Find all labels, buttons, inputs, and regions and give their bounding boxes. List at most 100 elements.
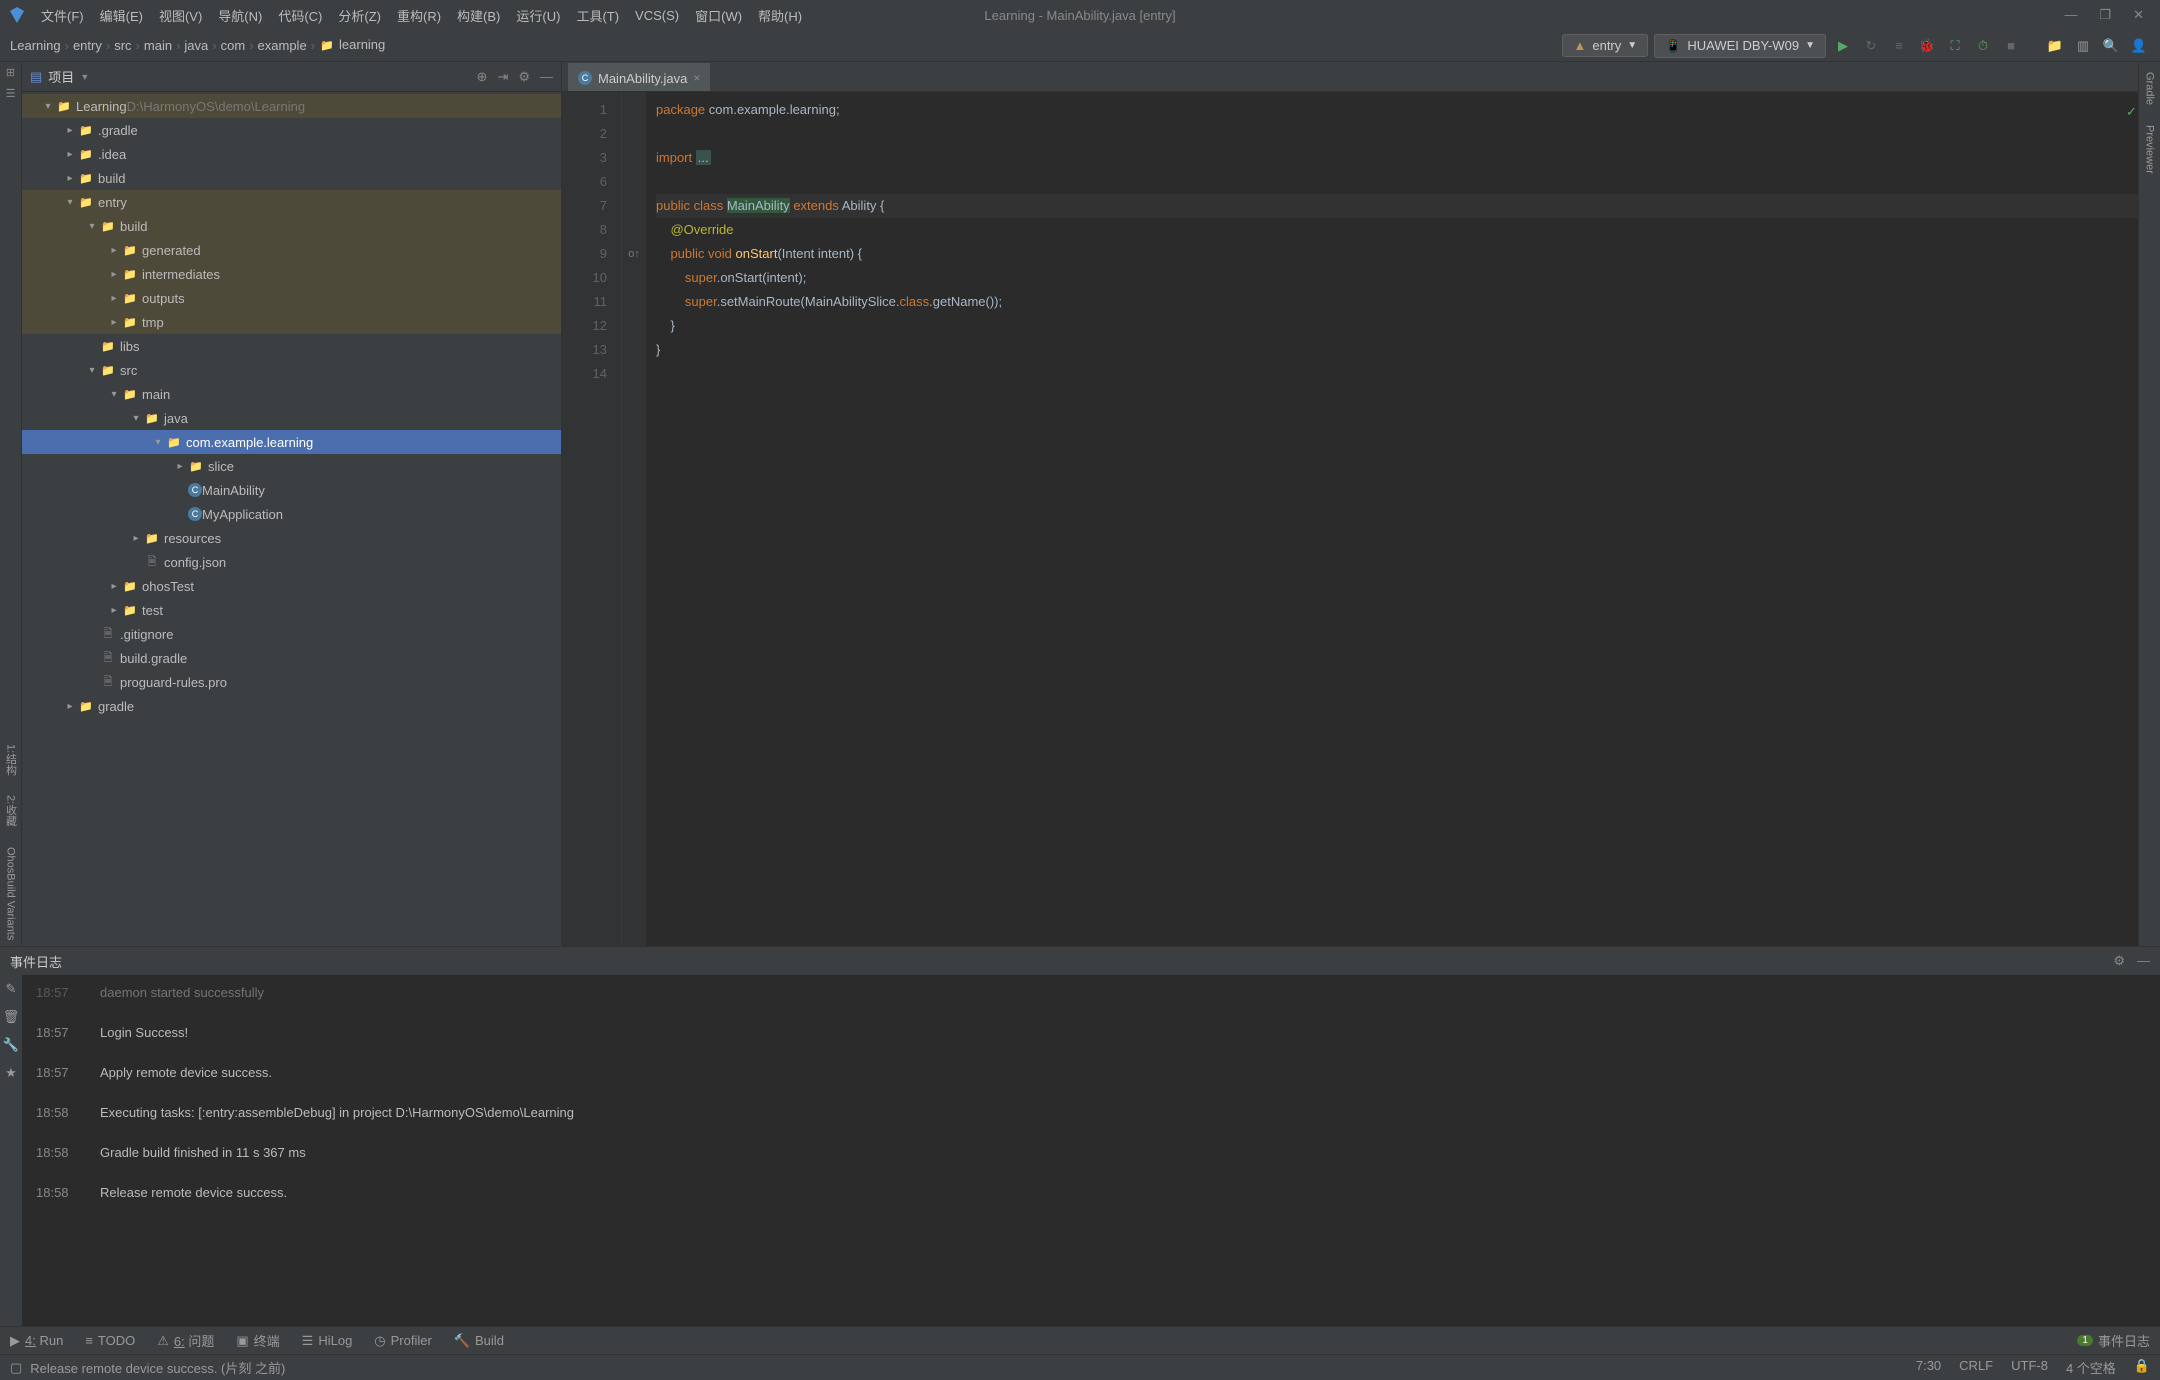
tree-node[interactable]: ▸📁slice bbox=[22, 454, 561, 478]
debug-icon[interactable]: 🐞 bbox=[1916, 35, 1938, 57]
tree-node[interactable]: 🗎.gitignore bbox=[22, 622, 561, 646]
tree-node[interactable]: ▸📁tmp bbox=[22, 310, 561, 334]
rerun-icon[interactable]: ↻ bbox=[1860, 35, 1882, 57]
hide-icon[interactable]: — bbox=[2137, 953, 2150, 969]
tree-node[interactable]: ▸📁build bbox=[22, 166, 561, 190]
chevron-right-icon[interactable]: ▸ bbox=[62, 701, 78, 712]
bottom-tool-hilog[interactable]: ☰HiLog bbox=[302, 1333, 353, 1349]
project-tool-icon[interactable]: ⊞ bbox=[6, 66, 15, 79]
breadcrumb-item[interactable]: java bbox=[184, 38, 208, 53]
collapse-icon[interactable]: ⇥ bbox=[497, 69, 508, 85]
menu-item[interactable]: 文件(F) bbox=[34, 4, 91, 27]
bottom-tool-[interactable]: ⚠6: 问题 bbox=[157, 1331, 214, 1350]
tree-node[interactable]: ▸📁resources bbox=[22, 526, 561, 550]
device-selector[interactable]: 📱 HUAWEI DBY-W09 ▼ bbox=[1654, 34, 1826, 58]
chevron-right-icon[interactable]: ▸ bbox=[106, 293, 122, 304]
chevron-down-icon[interactable]: ▾ bbox=[84, 365, 100, 376]
menu-item[interactable]: 重构(R) bbox=[390, 4, 448, 27]
breadcrumb[interactable]: Learning › entry › src › main › java › c… bbox=[10, 37, 385, 54]
chevron-right-icon[interactable]: ▸ bbox=[128, 533, 144, 544]
menu-item[interactable]: 代码(C) bbox=[271, 4, 329, 27]
minimize-icon[interactable]: — bbox=[2064, 7, 2077, 23]
tree-node[interactable]: ▾📁java bbox=[22, 406, 561, 430]
hide-icon[interactable]: — bbox=[540, 69, 553, 85]
tree-node[interactable]: ▸📁intermediates bbox=[22, 262, 561, 286]
code-editor[interactable]: 12367891011121314 o↑ package com.example… bbox=[562, 92, 2138, 946]
edit-icon[interactable]: ✎ bbox=[6, 981, 17, 997]
menu-item[interactable]: VCS(S) bbox=[628, 6, 686, 25]
tree-node[interactable]: ▾📁main bbox=[22, 382, 561, 406]
chevron-right-icon[interactable]: ▸ bbox=[172, 461, 188, 472]
menu-item[interactable]: 窗口(W) bbox=[688, 4, 749, 27]
event-log-tab[interactable]: 1 事件日志 bbox=[2077, 1331, 2150, 1350]
breadcrumb-item[interactable]: 📁learning bbox=[319, 37, 385, 54]
status-item[interactable]: 7:30 bbox=[1916, 1358, 1941, 1377]
left-tab-favorites[interactable]: 2:收藏 bbox=[1, 789, 21, 832]
editor-tab-mainability[interactable]: C MainAbility.java × bbox=[568, 63, 710, 91]
status-item[interactable]: 🔒 bbox=[2134, 1358, 2150, 1377]
chevron-down-icon[interactable]: ▾ bbox=[150, 437, 166, 448]
layout-tool-icon[interactable]: ☰ bbox=[6, 87, 16, 100]
tree-node[interactable]: 🗎proguard-rules.pro bbox=[22, 670, 561, 694]
breadcrumb-item[interactable]: entry bbox=[73, 38, 102, 53]
status-item[interactable]: UTF-8 bbox=[2011, 1358, 2048, 1377]
run-icon[interactable]: ▶ bbox=[1832, 35, 1854, 57]
code-content[interactable]: package com.example.learning;import ...p… bbox=[646, 92, 2138, 946]
breadcrumb-item[interactable]: com bbox=[221, 38, 246, 53]
chevron-right-icon[interactable]: ▸ bbox=[106, 605, 122, 616]
tree-node[interactable]: ▸📁gradle bbox=[22, 694, 561, 718]
wrench-icon[interactable]: 🔧 bbox=[3, 1037, 19, 1053]
bottom-tool-[interactable]: ▣终端 bbox=[236, 1331, 279, 1350]
tree-node[interactable]: ▾📁entry bbox=[22, 190, 561, 214]
maximize-icon[interactable]: ❐ bbox=[2099, 7, 2111, 23]
trash-icon[interactable]: 🗑 bbox=[3, 1009, 20, 1025]
chevron-right-icon[interactable]: ▸ bbox=[62, 149, 78, 160]
star-icon[interactable]: ★ bbox=[5, 1065, 17, 1081]
chevron-down-icon[interactable]: ▾ bbox=[128, 413, 144, 424]
run-list-icon[interactable]: ≡ bbox=[1888, 35, 1910, 57]
breadcrumb-item[interactable]: main bbox=[144, 38, 172, 53]
status-item[interactable]: 4 个空格 bbox=[2066, 1358, 2116, 1377]
tree-node[interactable]: ▾📁build bbox=[22, 214, 561, 238]
close-tab-icon[interactable]: × bbox=[693, 71, 700, 85]
tree-node[interactable]: ▾📁com.example.learning bbox=[22, 430, 561, 454]
breadcrumb-item[interactable]: src bbox=[114, 38, 131, 53]
chevron-right-icon[interactable]: ▸ bbox=[106, 269, 122, 280]
event-log-content[interactable]: 18:57daemon started successfully18:57Log… bbox=[22, 975, 2160, 1326]
tree-node[interactable]: ▾📁src bbox=[22, 358, 561, 382]
menu-item[interactable]: 导航(N) bbox=[211, 4, 269, 27]
menu-item[interactable]: 编辑(E) bbox=[93, 4, 150, 27]
tree-node[interactable]: ▸📁test bbox=[22, 598, 561, 622]
status-icon[interactable]: ▢ bbox=[10, 1360, 22, 1376]
bottom-tool-profiler[interactable]: ◷Profiler bbox=[374, 1333, 432, 1349]
left-tab-ohosbuild[interactable]: OhosBuild Variants bbox=[3, 841, 19, 946]
bottom-tool-todo[interactable]: ≡TODO bbox=[85, 1333, 135, 1348]
menu-item[interactable]: 帮助(H) bbox=[751, 4, 809, 27]
structure-icon[interactable]: ▥ bbox=[2072, 35, 2094, 57]
open-folder-icon[interactable]: 📁 bbox=[2044, 35, 2066, 57]
project-tree[interactable]: ▾📁Learning D:\HarmonyOS\demo\Learning▸📁.… bbox=[22, 92, 561, 946]
tree-node[interactable]: C MyApplication bbox=[22, 502, 561, 526]
tree-node[interactable]: C MainAbility bbox=[22, 478, 561, 502]
tree-node[interactable]: ▸📁ohosTest bbox=[22, 574, 561, 598]
tree-node[interactable]: ▸📁.idea bbox=[22, 142, 561, 166]
profile-icon[interactable]: ⏱ bbox=[1972, 35, 1994, 57]
right-tab-previewer[interactable]: Previewer bbox=[2142, 119, 2158, 180]
chevron-down-icon[interactable]: ▼ bbox=[80, 72, 89, 82]
gear-icon[interactable]: ⚙ bbox=[518, 69, 530, 85]
menu-item[interactable]: 构建(B) bbox=[450, 4, 507, 27]
chevron-down-icon[interactable]: ▾ bbox=[84, 221, 100, 232]
run-config-selector[interactable]: ▲ entry ▼ bbox=[1562, 34, 1648, 57]
tree-node[interactable]: 🗎config.json bbox=[22, 550, 561, 574]
menu-item[interactable]: 分析(Z) bbox=[331, 4, 388, 27]
close-icon[interactable]: ✕ bbox=[2133, 7, 2144, 23]
right-tab-gradle[interactable]: Gradle bbox=[2142, 66, 2158, 111]
breadcrumb-item[interactable]: example bbox=[258, 38, 307, 53]
bottom-tool-run[interactable]: ▶4: Run bbox=[10, 1333, 63, 1349]
menu-item[interactable]: 工具(T) bbox=[569, 4, 626, 27]
coverage-icon[interactable]: ⛶ bbox=[1944, 35, 1966, 57]
chevron-right-icon[interactable]: ▸ bbox=[106, 581, 122, 592]
tree-node[interactable]: ▸📁.gradle bbox=[22, 118, 561, 142]
bottom-tool-build[interactable]: 🔨Build bbox=[454, 1333, 504, 1349]
tree-node[interactable]: ▸📁outputs bbox=[22, 286, 561, 310]
